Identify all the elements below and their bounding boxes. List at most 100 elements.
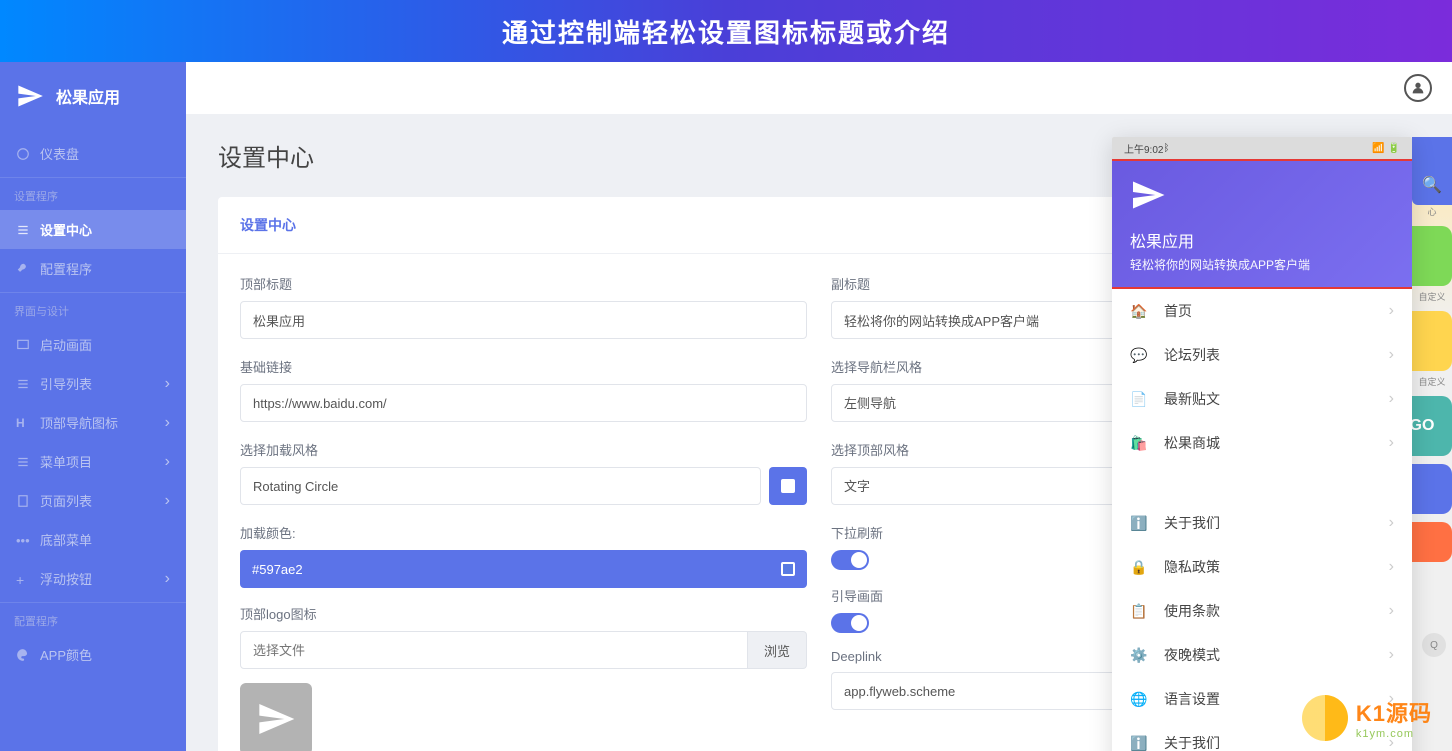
menu-icon: 💬	[1130, 346, 1148, 364]
sidebar-item-pages[interactable]: 页面列表 ›	[0, 481, 186, 520]
promo-banner: 通过控制端轻松设置图标标题或介绍	[0, 0, 1452, 62]
gauge-icon	[16, 147, 30, 161]
menu-label: 关于我们	[1164, 733, 1220, 751]
sidebar-item-fab[interactable]: + 浮动按钮 ›	[0, 559, 186, 598]
phone-menu-item[interactable]: 🛍️ 松果商城 ›	[1112, 421, 1412, 465]
chevron-right-icon: ›	[1389, 602, 1394, 620]
menu-icon: 📋	[1130, 602, 1148, 620]
field-label: 基础链接	[240, 357, 807, 376]
phone-subtitle: 轻松将你的网站转换成APP客户端	[1130, 256, 1394, 273]
chevron-right-icon: ›	[1389, 558, 1394, 576]
phone-statusbar: 上午9:02 ᛒ 📶 🔋	[1112, 137, 1412, 159]
chevron-right-icon: ›	[1389, 646, 1394, 664]
sidebar-section: 配置程序	[0, 602, 186, 635]
sidebar-item-guide[interactable]: 引导列表 ›	[0, 364, 186, 403]
chevron-right-icon: ›	[1389, 434, 1394, 452]
sidebar-item-topnav[interactable]: H 顶部导航图标 ›	[0, 403, 186, 442]
watermark: K1源码 k1ym.com	[1302, 695, 1432, 741]
chevron-right-icon: ›	[1389, 346, 1394, 364]
phone-title: 松果应用	[1130, 228, 1394, 252]
menu-icon: ⚙️	[1130, 646, 1148, 664]
field-label: 顶部标题	[240, 274, 807, 293]
menu-label: 最新贴文	[1164, 389, 1220, 409]
menu-icon: 🛍️	[1130, 434, 1148, 452]
sidebar-item-settings[interactable]: 设置中心	[0, 210, 186, 249]
phone-menu-item[interactable]: 🔒 隐私政策 ›	[1112, 545, 1412, 589]
paper-plane-icon	[1130, 177, 1166, 213]
watermark-logo-icon	[1302, 695, 1348, 741]
pages-icon	[16, 494, 30, 508]
browse-button[interactable]: 浏览	[748, 631, 807, 669]
user-icon	[1410, 80, 1426, 96]
menu-icon: 🔒	[1130, 558, 1148, 576]
chevron-right-icon: ›	[165, 492, 170, 510]
chevron-right-icon: ›	[1389, 390, 1394, 408]
dots-icon: •••	[16, 533, 30, 547]
menu-label: 首页	[1164, 301, 1192, 321]
field-label: 顶部logo图标	[240, 604, 807, 623]
phone-menu-item[interactable]: 🏠 首页 ›	[1112, 289, 1412, 333]
h-icon: H	[16, 416, 30, 430]
field-label: 加载颜色:	[240, 523, 807, 542]
menu-icon: ℹ️	[1130, 734, 1148, 751]
chevron-right-icon: ›	[165, 453, 170, 471]
top-title-input[interactable]	[240, 301, 807, 339]
brand: 松果应用	[0, 62, 186, 134]
load-style-select[interactable]: Rotating Circle	[240, 467, 761, 505]
menu-label: 关于我们	[1164, 513, 1220, 533]
load-preview-button[interactable]	[769, 467, 807, 505]
bluetooth-icon: ᛒ	[1163, 143, 1169, 154]
menu-icon: 🏠	[1130, 302, 1148, 320]
field-label: 选择加载风格	[240, 440, 807, 459]
menu-label: 松果商城	[1164, 433, 1220, 453]
image-icon	[16, 338, 30, 352]
sidebar-item-config[interactable]: 配置程序	[0, 249, 186, 288]
sliders-icon	[16, 223, 30, 237]
logo-file-input[interactable]	[240, 631, 748, 669]
menu-label: 使用条款	[1164, 601, 1220, 621]
menu-icon	[16, 455, 30, 469]
paper-plane-icon	[16, 82, 44, 110]
sidebar-item-dashboard[interactable]: 仪表盘	[0, 134, 186, 173]
scroll-top-button[interactable]: Q	[1422, 633, 1446, 657]
background-preview: 🔍 心 自定义 自定义 GO Q	[1412, 137, 1452, 751]
guide-screen-toggle[interactable]	[831, 613, 869, 633]
phone-menu-item[interactable]: 💬论坛列表›	[1112, 333, 1412, 377]
menu-icon: ℹ️	[1130, 514, 1148, 532]
menu-icon: 🌐	[1130, 690, 1148, 708]
palette-icon	[16, 648, 30, 662]
logo-preview	[240, 683, 312, 751]
sidebar-item-bottom[interactable]: ••• 底部菜单	[0, 520, 186, 559]
sidebar-item-appcolor[interactable]: APP颜色	[0, 635, 186, 674]
phone-menu-item[interactable]: 📄 最新贴文 ›	[1112, 377, 1412, 421]
menu-label: 隐私政策	[1164, 557, 1220, 577]
load-color-input[interactable]	[240, 550, 769, 588]
phone-menu-item[interactable]: ℹ️ 关于我们 ›	[1112, 501, 1412, 545]
signal-icon: 📶 🔋	[1372, 143, 1400, 154]
menu-icon: 📄	[1130, 390, 1148, 408]
wrench-icon	[16, 262, 30, 276]
sidebar: 松果应用 仪表盘 设置程序 设置中心 配置程序 界面与设计 启动画面 引导列表 …	[0, 62, 186, 751]
phone-menu-item[interactable]: ⚙️ 夜晚模式 ›	[1112, 633, 1412, 677]
list-icon	[16, 377, 30, 391]
plus-icon: +	[16, 572, 30, 586]
phone-header: 松果应用 轻松将你的网站转换成APP客户端	[1112, 161, 1412, 287]
menu-label: 夜晚模式	[1164, 645, 1220, 665]
phone-preview: 上午9:02 ᛒ 📶 🔋 松果应用 轻松将你的网站转换成APP客户端 🏠首页›💬…	[1112, 137, 1412, 751]
chevron-right-icon: ›	[1389, 302, 1394, 320]
sidebar-section: 界面与设计	[0, 292, 186, 325]
color-picker-button[interactable]	[769, 550, 807, 588]
pull-refresh-toggle[interactable]	[831, 550, 869, 570]
sidebar-section: 设置程序	[0, 177, 186, 210]
sidebar-item-splash[interactable]: 启动画面	[0, 325, 186, 364]
user-avatar[interactable]	[1404, 74, 1432, 102]
base-link-input[interactable]	[240, 384, 807, 422]
main-area: 设置中心 设置中心 顶部标题 副标题	[186, 62, 1452, 751]
chevron-right-icon: ›	[165, 375, 170, 393]
chevron-right-icon: ›	[165, 414, 170, 432]
phone-menu-item[interactable]: 📋 使用条款 ›	[1112, 589, 1412, 633]
chevron-right-icon: ›	[165, 570, 170, 588]
sidebar-item-menu[interactable]: 菜单项目 ›	[0, 442, 186, 481]
topbar	[186, 62, 1452, 114]
chevron-right-icon: ›	[1389, 514, 1394, 532]
